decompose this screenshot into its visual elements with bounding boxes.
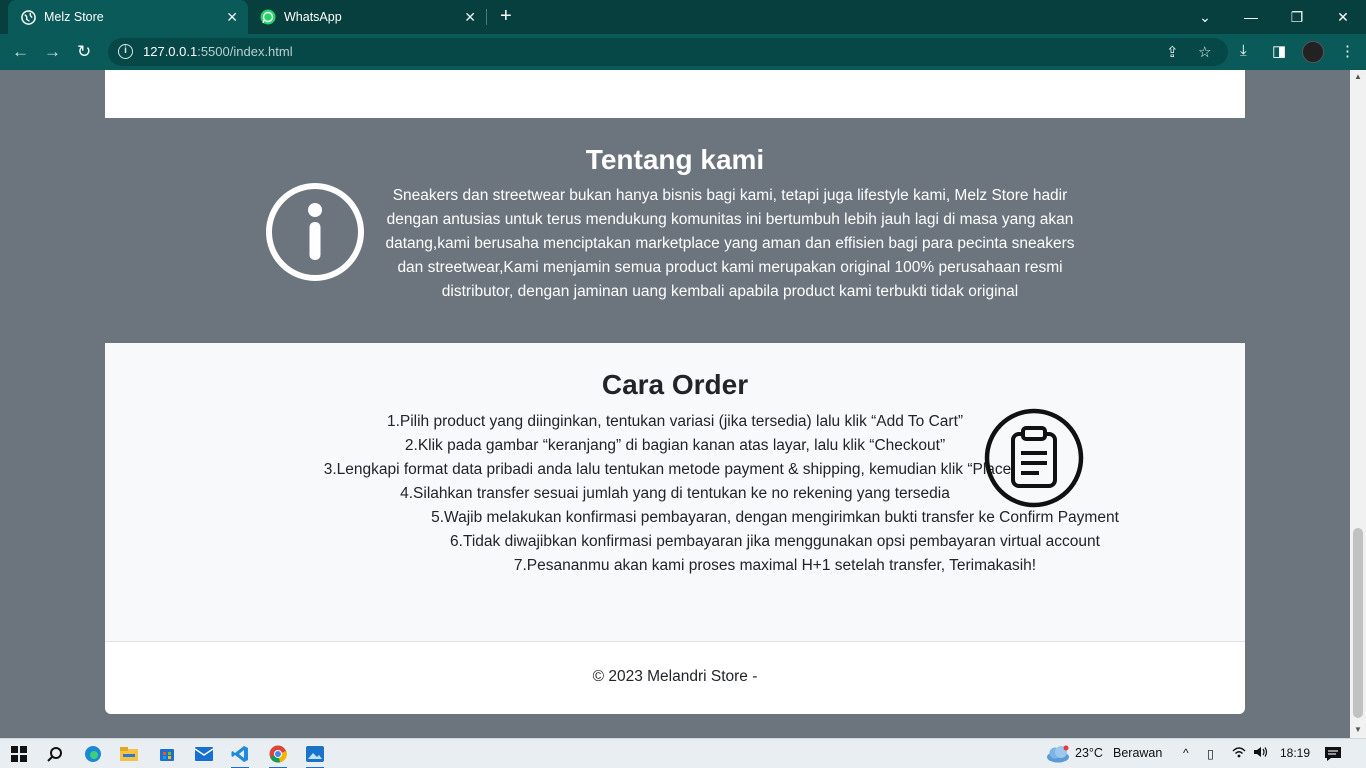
chrome-icon[interactable]: [267, 743, 289, 768]
weather-desc[interactable]: Berawan: [1113, 746, 1162, 760]
close-tab-icon[interactable]: ✕: [226, 9, 238, 26]
tab-separator: [486, 9, 487, 25]
footer-copyright: © 2023 Melandri Store -: [592, 668, 758, 685]
mail-icon[interactable]: [193, 743, 215, 765]
page-container: Tentang kami Sneakers dan streetwear buk…: [105, 70, 1245, 714]
back-arrow-icon[interactable]: ←: [12, 42, 29, 62]
order-step: 3.Lengkapi format data pribadi anda lalu…: [323, 461, 1012, 478]
order-step: 2.Klik pada gambar “keranjang” di bagian…: [404, 437, 946, 454]
file-explorer-icon[interactable]: [118, 743, 140, 765]
minimize-button[interactable]: —: [1228, 0, 1274, 34]
about-title: Tentang kami: [585, 144, 765, 175]
restore-button[interactable]: ❐: [1274, 0, 1320, 34]
scrollbar-thumb[interactable]: [1353, 528, 1363, 718]
share-icon[interactable]: ⇪: [1166, 43, 1179, 61]
page-scrollbar[interactable]: ▲ ▼: [1350, 70, 1366, 738]
speaker-icon[interactable]: [1253, 746, 1269, 761]
order-title: Cara Order: [601, 369, 749, 400]
weather-temp[interactable]: 23°C: [1075, 746, 1103, 760]
clipboard-icon: [984, 408, 1084, 508]
globe-icon: [20, 9, 36, 25]
clock-time[interactable]: 18:19: [1280, 746, 1310, 760]
chevron-up-icon[interactable]: ^: [1183, 746, 1189, 760]
close-window-button[interactable]: ✕: [1320, 0, 1366, 34]
reload-icon[interactable]: ↻: [77, 42, 91, 62]
photos-icon[interactable]: [304, 743, 326, 768]
edge-icon[interactable]: [82, 743, 104, 765]
store-icon[interactable]: [156, 743, 178, 765]
windows-start-icon[interactable]: [8, 743, 30, 765]
new-tab-button[interactable]: +: [500, 6, 512, 26]
device-icon[interactable]: ▯: [1207, 746, 1214, 761]
tab-title: WhatsApp: [284, 10, 342, 24]
notification-icon[interactable]: [1324, 746, 1342, 765]
about-text: Sneakers dan streetwear bukan hanya bisn…: [385, 187, 1075, 300]
address-bar[interactable]: i 127.0.0.1:5500/index.html ⇪ ☆: [108, 38, 1228, 66]
browser-tab-bar: Melz Store ✕ WhatsApp ✕ + ⌄ — ❐ ✕: [0, 0, 1366, 34]
weather-cloud-icon[interactable]: [1044, 743, 1072, 765]
site-info-icon[interactable]: i: [118, 44, 133, 59]
order-steps: 1.Pilih product yang diinginkan, tentuka…: [280, 410, 1119, 578]
search-icon[interactable]: [44, 743, 66, 765]
about-section: Tentang kami Sneakers dan streetwear buk…: [105, 118, 1245, 343]
order-step: 4.Silahkan transfer sesuai jumlah yang d…: [400, 485, 950, 502]
tab-melz-store[interactable]: Melz Store ✕: [8, 0, 248, 34]
browser-toolbar: ← → ↻ i 127.0.0.1:5500/index.html ⇪ ☆ ⤓ …: [0, 34, 1366, 70]
scroll-down-icon[interactable]: ▼: [1354, 725, 1362, 734]
tab-title: Melz Store: [44, 10, 104, 24]
side-panel-icon[interactable]: ◨: [1272, 42, 1286, 60]
vscode-icon[interactable]: [229, 743, 251, 768]
order-section: Cara Order 1.Pilih product yang diingink…: [105, 343, 1245, 641]
order-step: 6.Tidak diwajibkan konfirmasi pembayaran…: [450, 533, 1100, 550]
order-step: 5.Wajib melakukan konfirmasi pembayaran,…: [431, 509, 1119, 526]
page-footer: © 2023 Melandri Store -: [105, 642, 1245, 714]
whatsapp-icon: [260, 9, 276, 25]
scroll-up-icon[interactable]: ▲: [1354, 72, 1362, 81]
tab-whatsapp[interactable]: WhatsApp ✕: [250, 0, 486, 34]
tab-search-chevron-icon[interactable]: ⌄: [1182, 0, 1228, 34]
menu-kebab-icon[interactable]: ⋮: [1340, 42, 1355, 60]
wifi-icon[interactable]: [1232, 746, 1246, 761]
page-viewport: Tentang kami Sneakers dan streetwear buk…: [0, 70, 1350, 738]
previous-section: [105, 70, 1245, 118]
download-icon[interactable]: ⤓: [1240, 42, 1247, 59]
windows-taskbar: 23°C Berawan ^ ▯ 18:19: [0, 738, 1366, 768]
order-step: 7.Pesananmu akan kami proses maximal H+1…: [513, 557, 1037, 574]
info-circle-icon: [266, 183, 364, 281]
url-text[interactable]: 127.0.0.1:5500/index.html: [143, 44, 293, 59]
profile-avatar[interactable]: [1302, 41, 1324, 63]
order-step: 1.Pilih product yang diinginkan, tentuka…: [386, 413, 964, 430]
close-tab-icon[interactable]: ✕: [464, 9, 476, 26]
forward-arrow-icon[interactable]: →: [44, 42, 61, 62]
bookmark-star-icon[interactable]: ☆: [1198, 43, 1211, 61]
